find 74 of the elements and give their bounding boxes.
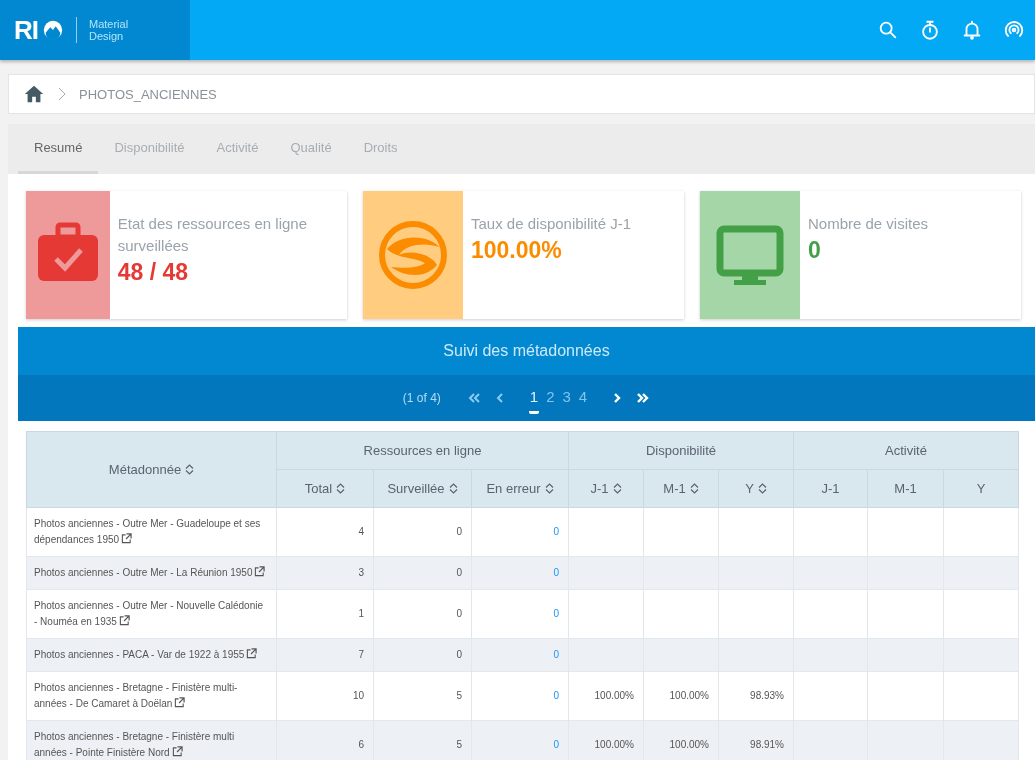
column-header: J-1 [793,469,868,508]
table-cell: 0 [373,556,472,590]
panel-title: Suivi des métadonnées [18,327,1035,375]
card-value: 100.00% [471,237,563,264]
stopwatch-icon[interactable] [919,19,941,41]
logo-mountain-icon [42,19,64,41]
table-cell: 6 [276,720,374,760]
table-cell: 100.00% [568,720,644,760]
table-cell: 0 [471,638,569,672]
card-label: Nombre de visites [808,214,929,234]
table-cell: 0 [471,589,569,639]
table-cell: 0 [373,589,472,639]
pager-info: (1 of 4) [402,391,441,405]
card-value: 0 [808,237,822,264]
column-header[interactable]: Métadonnée [26,431,277,508]
sort-icon[interactable] [185,464,195,475]
double-chevron-right-button[interactable] [636,391,651,405]
logo-subtitle: Material Design [89,18,130,42]
sort-icon[interactable] [544,483,554,494]
table-cell: 0 [471,720,569,760]
column-group-header: Activité [793,431,1019,470]
table-cell: 5 [373,671,472,721]
sort-icon[interactable] [448,483,458,494]
bell-icon[interactable] [961,19,983,41]
table-cell: 5 [373,720,472,760]
table-cell: 98.91% [718,720,794,760]
column-header[interactable]: M-1 [643,469,719,508]
external-link-icon[interactable] [254,566,266,577]
column-group-header: Ressources en ligne [276,431,569,470]
table-cell: 7 [276,638,374,672]
column-header[interactable]: J-1 [568,469,644,508]
table-cell: 100.00% [643,671,719,721]
table-cell: 0 [471,507,569,557]
page-button[interactable]: 1 [528,388,540,414]
column-header[interactable]: Y [718,469,794,508]
sort-icon[interactable] [757,483,767,494]
table-cell: 100.00% [643,720,719,760]
external-link-icon[interactable] [174,697,186,708]
external-link-icon[interactable] [118,615,130,626]
table-cell: 0 [373,507,472,557]
table-cell: 4 [276,507,374,557]
sort-icon[interactable] [336,483,346,494]
table-cell: 0 [471,556,569,590]
card-label: Taux de disponibilité J-1 [471,214,632,234]
card-label: Etat des ressources en ligne surveillées [117,214,308,256]
table-cell: 0 [471,671,569,721]
table-cell: 10 [276,671,374,721]
logo-text: RI [14,14,38,46]
column-header[interactable]: Surveillée [373,469,472,508]
column-header[interactable]: En erreur [471,469,569,508]
column-group-header: Disponibilité [568,431,794,470]
table-cell: 3 [276,556,374,590]
external-link-icon[interactable] [246,648,258,659]
sort-icon[interactable] [612,483,622,494]
column-header[interactable]: Total [276,469,374,508]
breadcrumb-item[interactable]: PHOTOS_ANCIENNES [79,86,217,102]
column-header: M-1 [867,469,944,508]
page-button[interactable]: 3 [561,388,572,414]
external-link-icon[interactable] [121,533,133,544]
table-cell: 100.00% [568,671,644,721]
sort-icon[interactable] [689,483,699,494]
double-chevron-left-button[interactable] [466,391,481,405]
double-chevron-right-icon [636,391,651,405]
search-icon[interactable] [877,19,899,41]
home-icon[interactable] [23,83,45,105]
double-chevron-left-icon [466,391,481,405]
external-link-icon[interactable] [171,746,183,757]
card-value: 48 / 48 [117,259,190,286]
table-cell: 98.93% [718,671,794,721]
page-button[interactable]: 2 [545,388,556,414]
table-cell: 1 [276,589,374,639]
table-cell: 0 [373,638,472,672]
column-header: Y [943,469,1019,508]
page-button[interactable]: 4 [577,388,589,414]
